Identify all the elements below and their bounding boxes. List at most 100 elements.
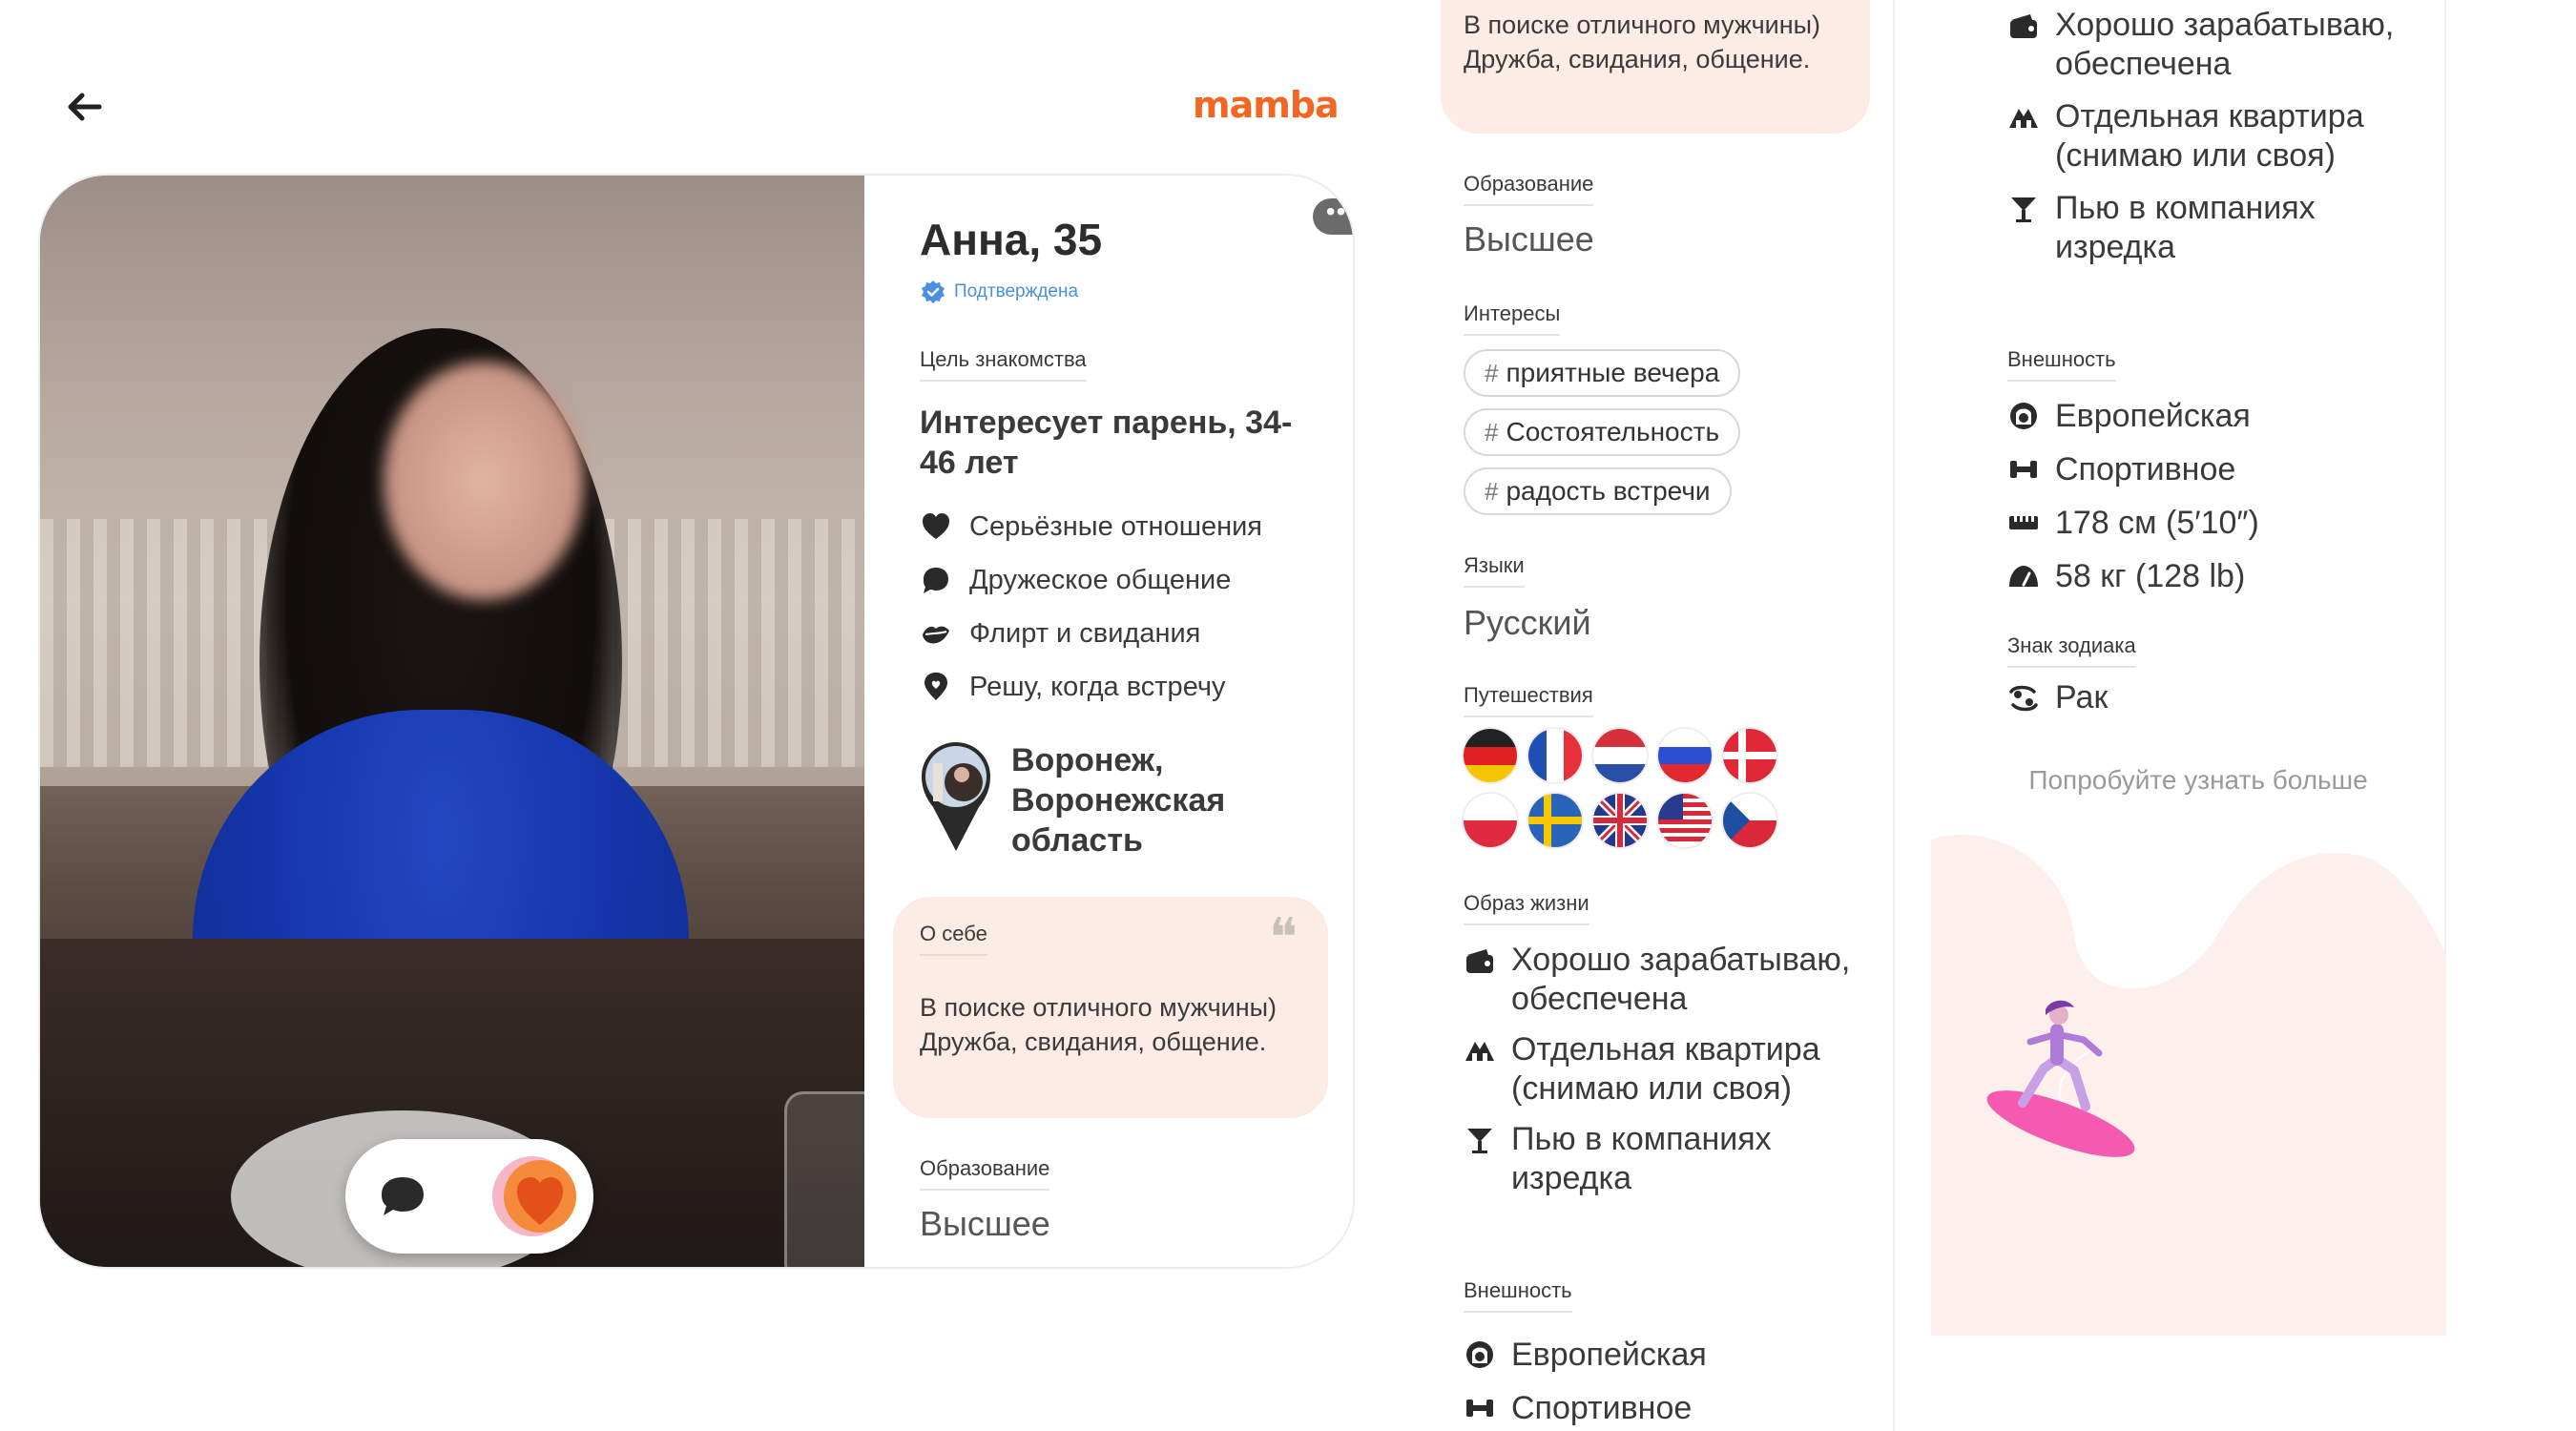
interest-chip[interactable]: # Состоятельность <box>1464 408 1741 456</box>
travel-label: Путешествия <box>1464 683 1593 717</box>
hash-icon: # <box>1485 358 1499 387</box>
appearance-item-label: Спортивное <box>1511 1389 1693 1426</box>
profile-info-panel: ••• Анна, 35 Подтверждена Цель знакомств… <box>864 176 1353 1267</box>
column-divider <box>1893 0 1895 1431</box>
dumbbell-icon <box>1466 1400 1493 1417</box>
weight-icon <box>2009 566 2038 587</box>
lifestyle-item-label: Отдельная квартира (снимаю или своя) <box>2055 98 2364 174</box>
list-item: Спортивное <box>2007 443 2427 496</box>
goal-value: Интересует парень, 34-46 лет <box>920 404 1293 481</box>
hash-icon: # <box>1485 476 1499 506</box>
denmark-flag-icon <box>1723 729 1776 782</box>
list-item: 58 кг (128 lb) <box>2007 550 2427 603</box>
zodiac-value: Рак <box>2055 679 2109 716</box>
back-button[interactable] <box>57 86 111 128</box>
ruler-icon <box>2009 516 2038 529</box>
face-icon <box>2010 403 2037 429</box>
goal-item-label: Дружеское общение <box>969 564 1232 595</box>
arrow-left-icon <box>68 93 102 121</box>
mamba-logo[interactable]: mamba <box>1193 84 1340 126</box>
appearance-label: Внешность <box>1464 1278 1572 1313</box>
list-item: Решу, когда встречу <box>920 660 1340 714</box>
poland-flag-icon <box>1464 794 1517 847</box>
russia-flag-icon <box>1658 729 1712 782</box>
interest-label: приятные вечера <box>1506 358 1720 387</box>
hash-icon: # <box>1485 417 1499 446</box>
lips-icon <box>923 626 949 644</box>
list-item: Серьёзные отношения <box>920 500 1340 553</box>
about-text-continued: В поиске отличного мужчины) Дружба, свид… <box>1441 0 1870 134</box>
france-flag-icon <box>1528 729 1582 782</box>
list-item: 178 см (5′10″) <box>2007 496 2427 550</box>
appearance-item-label: 58 кг (128 lb) <box>2055 557 2246 594</box>
zodiac-item: Рак <box>2007 679 2108 716</box>
about-section: ❝ О себе В поиске отличного мужчины) Дру… <box>893 897 1328 1118</box>
list-item: Европейская <box>2007 389 2427 443</box>
profile-card: ••• Анна, 35 Подтверждена Цель знакомств… <box>38 174 1355 1269</box>
location-pin-icon <box>924 673 947 700</box>
dumbbell-icon <box>2010 461 2037 478</box>
verified-check-icon <box>922 280 945 303</box>
lifestyle-list: Хорошо зарабатываю, обеспечена Отдельная… <box>1464 941 1883 1210</box>
face-icon <box>1466 1341 1493 1368</box>
appearance-item-label: Европейская <box>2055 397 2251 434</box>
appearance-item-label: Европейская <box>1511 1336 1707 1373</box>
profile-name-age: Анна, 35 <box>920 215 1103 264</box>
location-avatar-pin-icon <box>922 742 990 851</box>
goal-item-label: Флирт и свидания <box>969 617 1201 649</box>
goal-item-label: Серьёзные отношения <box>969 510 1263 542</box>
list-item: Дружеское общение <box>920 553 1340 607</box>
lifestyle-item-label: Пью в компаниях изредка <box>2055 190 2316 265</box>
surfer-illustration <box>1931 834 2446 1336</box>
education-value: Высшее <box>920 1204 1050 1243</box>
details-column-continued: Хорошо зарабатываю, обеспечена Отдельная… <box>1931 0 2446 1336</box>
education-value: Высшее <box>1464 219 1594 259</box>
appearance-item-label: 178 см (5′10″) <box>2055 504 2259 541</box>
goal-label: Цель знакомства <box>920 347 1087 382</box>
try-more-link[interactable]: Попробуйте узнать больше <box>2026 763 2370 797</box>
list-item: Спортивное <box>1464 1381 1883 1431</box>
interest-label: Состоятельность <box>1506 417 1720 446</box>
location-text: Воронеж, Воронежская область <box>1011 742 1226 859</box>
list-item: Европейская <box>1464 1328 1883 1381</box>
sweden-flag-icon <box>1528 794 1582 847</box>
appearance-list: Европейская Спортивное <box>1464 1328 1883 1431</box>
interests-list: # приятные вечера # Состоятельность # радос… <box>1464 349 1864 527</box>
travel-flags <box>1464 729 1807 847</box>
list-item: Пью в компаниях изредка <box>1464 1120 1883 1198</box>
profile-photo[interactable] <box>40 176 864 1267</box>
list-item: Флирт и свидания <box>920 607 1340 660</box>
lifestyle-item-label: Хорошо зарабатываю, обеспечена <box>2055 7 2395 82</box>
lifestyle-item-label: Пью в компаниях изредка <box>1511 1121 1772 1196</box>
verified-label: Подтверждена <box>954 281 1079 301</box>
list-item: Хорошо зарабатываю, обеспечена <box>1464 941 1883 1019</box>
interest-label: радость встречи <box>1506 476 1711 506</box>
about-label: О себе <box>920 922 987 956</box>
languages-value: Русский <box>1464 603 1591 642</box>
cocktail-icon <box>1467 1129 1492 1153</box>
quote-icon: ❝ <box>1268 907 1298 969</box>
zodiac-label: Знак зодиака <box>2007 633 2136 668</box>
heart-icon <box>923 513 949 539</box>
chat-button[interactable] <box>374 1168 431 1225</box>
like-button[interactable] <box>488 1149 584 1244</box>
appearance-list: Европейская Спортивное 178 см (5′10″) 58… <box>2007 389 2427 603</box>
appearance-label: Внешность <box>2007 347 2116 382</box>
usa-flag-icon <box>1658 794 1712 847</box>
more-options-button[interactable]: ••• <box>1313 198 1353 235</box>
germany-flag-icon <box>1464 729 1517 782</box>
appearance-item-label: Спортивное <box>2055 450 2236 487</box>
uk-flag-icon <box>1593 794 1647 847</box>
list-item: Хорошо зарабатываю, обеспечена <box>2007 6 2427 84</box>
location-block[interactable]: Воронеж, Воронежская область <box>920 740 1340 883</box>
photo-action-bar <box>345 1139 593 1254</box>
list-item: Отдельная квартира (снимаю или своя) <box>1464 1030 1883 1109</box>
education-label: Образование <box>920 1156 1050 1191</box>
interest-chip[interactable]: # радость встречи <box>1464 467 1732 515</box>
cancer-zodiac-icon <box>2009 685 2038 711</box>
interest-chip[interactable]: # приятные вечера <box>1464 349 1741 397</box>
cocktail-icon <box>2011 197 2036 222</box>
lifestyle-label: Образ жизни <box>1464 891 1589 925</box>
interests-label: Интересы <box>1464 301 1561 336</box>
goal-item-label: Решу, когда встречу <box>969 671 1226 702</box>
